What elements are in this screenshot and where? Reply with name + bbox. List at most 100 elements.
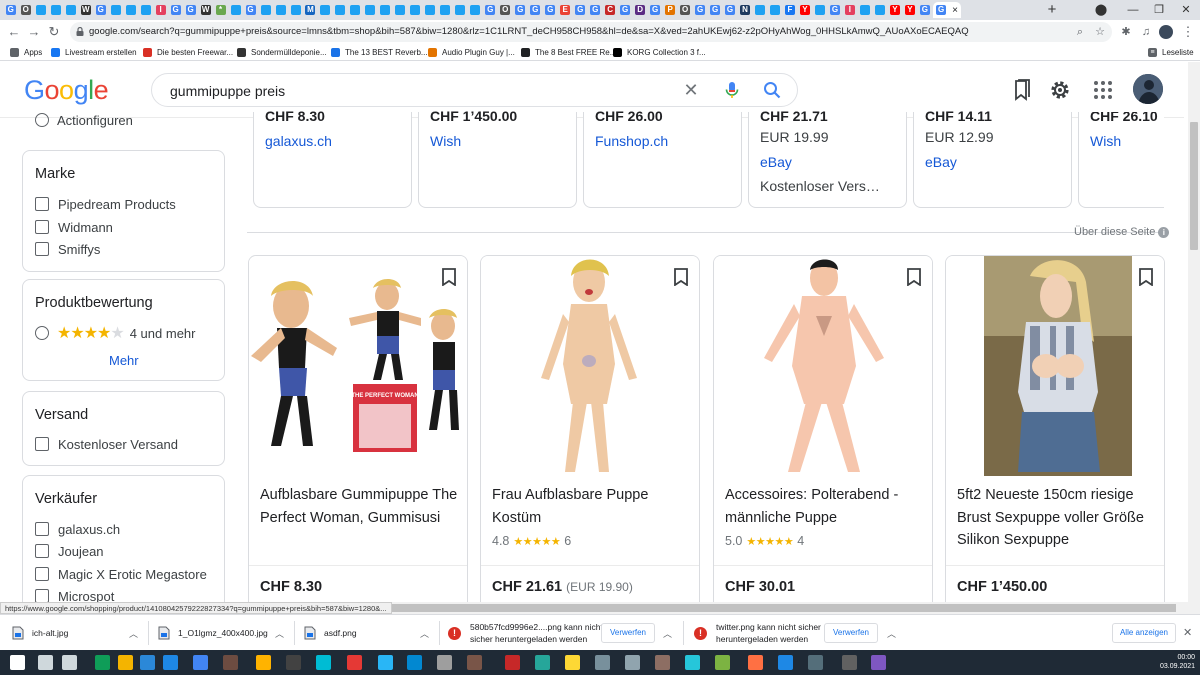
bookmark-item[interactable]: Apps bbox=[10, 46, 42, 59]
tab-search-icon[interactable]: ⬤ bbox=[1093, 2, 1109, 18]
discard-button[interactable]: Verwerfen bbox=[601, 623, 655, 643]
browser-tab[interactable]: G bbox=[618, 2, 632, 18]
show-all-downloads-button[interactable]: Alle anzeigen bbox=[1112, 623, 1176, 643]
app-icon[interactable] bbox=[437, 655, 452, 670]
browser-tab[interactable]: D bbox=[633, 2, 647, 18]
browser-tab[interactable]: G bbox=[693, 2, 707, 18]
menu-icon[interactable]: ⋮ bbox=[1180, 24, 1196, 40]
browser-tab[interactable]: G bbox=[828, 2, 842, 18]
chrome-icon[interactable] bbox=[193, 655, 208, 670]
chevron-up-icon[interactable]: ︿ bbox=[275, 627, 284, 640]
browser-tab[interactable]: O bbox=[498, 2, 512, 18]
app-icon[interactable] bbox=[286, 655, 301, 670]
forward-icon[interactable]: → bbox=[26, 24, 42, 40]
browser-tab[interactable]: W bbox=[199, 2, 213, 18]
seller-option[interactable]: Magic X Erotic Megastore bbox=[35, 565, 207, 583]
app-icon[interactable] bbox=[625, 655, 640, 670]
product-image[interactable]: THE PERFECT WOMAN bbox=[249, 256, 467, 476]
browser-tab[interactable] bbox=[379, 2, 393, 18]
product-card[interactable]: Accessoires: Polterabend - männliche Pup… bbox=[713, 255, 933, 607]
browser-tab[interactable] bbox=[64, 2, 78, 18]
seller-option[interactable]: galaxus.ch bbox=[35, 520, 120, 538]
product-image[interactable] bbox=[946, 256, 1164, 476]
browser-tab[interactable]: O bbox=[678, 2, 692, 18]
close-window-button[interactable]: ✕ bbox=[1178, 2, 1194, 18]
browser-tab[interactable] bbox=[439, 2, 453, 18]
browser-tab[interactable] bbox=[109, 2, 123, 18]
offer-seller[interactable]: eBay bbox=[925, 154, 957, 170]
browser-tab[interactable] bbox=[873, 2, 887, 18]
product-card[interactable]: 5ft2 Neueste 150cm riesige Brust Sexpupp… bbox=[945, 255, 1165, 607]
browser-tab[interactable] bbox=[139, 2, 153, 18]
browser-tab[interactable] bbox=[274, 2, 288, 18]
bookmark-star-icon[interactable]: ☆ bbox=[1092, 24, 1108, 40]
back-icon[interactable]: ← bbox=[6, 24, 22, 40]
browser-tab[interactable]: I bbox=[154, 2, 168, 18]
app-icon[interactable] bbox=[871, 655, 886, 670]
browser-tab[interactable] bbox=[858, 2, 872, 18]
discard-button[interactable]: Verwerfen bbox=[824, 623, 878, 643]
reading-list-button[interactable]: ≡ Leseliste bbox=[1148, 46, 1194, 59]
offer-seller[interactable]: Wish bbox=[1090, 133, 1121, 149]
bookmark-item[interactable]: The 8 Best FREE Re... bbox=[521, 46, 616, 59]
microphone-icon[interactable] bbox=[722, 80, 742, 100]
browser-tab[interactable]: N bbox=[738, 2, 752, 18]
browser-tab[interactable]: G bbox=[573, 2, 587, 18]
app-icon[interactable] bbox=[595, 655, 610, 670]
browser-tab[interactable]: C bbox=[603, 2, 617, 18]
offer-card[interactable]: CHF 26.00 Funshop.ch bbox=[583, 108, 742, 208]
product-title[interactable]: Aufblasbare Gummipuppe The Perfect Woman… bbox=[260, 484, 460, 529]
save-bookmark-icon[interactable] bbox=[441, 268, 457, 286]
offer-card[interactable]: CHF 8.30 galaxus.ch bbox=[253, 108, 412, 208]
bookmark-item[interactable]: Livestream erstellen bbox=[51, 46, 137, 59]
product-title[interactable]: Accessoires: Polterabend - männliche Pup… bbox=[725, 484, 925, 529]
browser-tab[interactable]: O bbox=[19, 2, 33, 18]
browser-tab[interactable]: Y bbox=[888, 2, 902, 18]
browser-tab[interactable] bbox=[813, 2, 827, 18]
product-card[interactable]: Frau Aufblasbare Puppe Kostüm 4.8 ★★★★★ … bbox=[480, 255, 700, 607]
browser-tab[interactable] bbox=[768, 2, 782, 18]
download-item[interactable]: asdf.png bbox=[304, 615, 357, 651]
offer-card[interactable]: CHF 14.11 EUR 12.99 eBay bbox=[913, 108, 1072, 208]
product-image[interactable] bbox=[481, 256, 699, 476]
system-clock[interactable]: 00:00 03.09.2021 bbox=[1160, 653, 1195, 671]
chevron-up-icon[interactable]: ︿ bbox=[663, 627, 672, 640]
filter-actionfiguren[interactable]: Actionfiguren bbox=[35, 111, 133, 129]
browser-tab[interactable] bbox=[469, 2, 483, 18]
chevron-up-icon[interactable]: ︿ bbox=[887, 627, 896, 640]
app-icon[interactable] bbox=[223, 655, 238, 670]
telegram-icon[interactable] bbox=[378, 655, 393, 670]
app-icon[interactable] bbox=[316, 655, 331, 670]
browser-tab[interactable]: * bbox=[214, 2, 228, 18]
app-icon[interactable] bbox=[842, 655, 857, 670]
product-card[interactable]: THE PERFECT WOMAN Aufblasbare Gummipuppe… bbox=[248, 255, 468, 607]
browser-tab[interactable] bbox=[364, 2, 378, 18]
chevron-up-icon[interactable]: ︿ bbox=[129, 627, 138, 640]
profile-avatar[interactable] bbox=[1159, 25, 1173, 39]
skype-icon[interactable] bbox=[407, 655, 422, 670]
media-icon[interactable]: ♫ bbox=[1138, 24, 1154, 40]
edge-icon[interactable] bbox=[95, 655, 110, 670]
browser-tab[interactable]: G bbox=[588, 2, 602, 18]
app-icon[interactable] bbox=[467, 655, 482, 670]
browser-tab[interactable] bbox=[753, 2, 767, 18]
apps-grid-icon[interactable] bbox=[1091, 78, 1115, 102]
browser-tab[interactable]: E bbox=[558, 2, 572, 18]
browser-tab[interactable]: G bbox=[708, 2, 722, 18]
browser-tab[interactable] bbox=[319, 2, 333, 18]
offer-card[interactable]: CHF 21.71 EUR 19.99 eBay Kostenloser Ver… bbox=[748, 108, 907, 208]
browser-tab[interactable]: G bbox=[94, 2, 108, 18]
browser-tab[interactable] bbox=[424, 2, 438, 18]
browser-tab[interactable] bbox=[334, 2, 348, 18]
offer-seller[interactable]: Funshop.ch bbox=[595, 133, 668, 149]
app-icon[interactable] bbox=[715, 655, 730, 670]
browser-tab[interactable] bbox=[289, 2, 303, 18]
search-icon[interactable] bbox=[762, 80, 782, 100]
bookmark-item[interactable]: Audio Plugin Guy |... bbox=[428, 46, 515, 59]
product-image[interactable] bbox=[714, 256, 932, 476]
bookmark-item[interactable]: KORG Collection 3 f... bbox=[613, 46, 706, 59]
saved-bookmark-icon[interactable] bbox=[1010, 78, 1034, 102]
zoom-search-icon[interactable]: ⌕ bbox=[1072, 24, 1088, 40]
vertical-scrollbar[interactable] bbox=[1188, 62, 1200, 607]
more-link[interactable]: Mehr bbox=[109, 353, 139, 368]
